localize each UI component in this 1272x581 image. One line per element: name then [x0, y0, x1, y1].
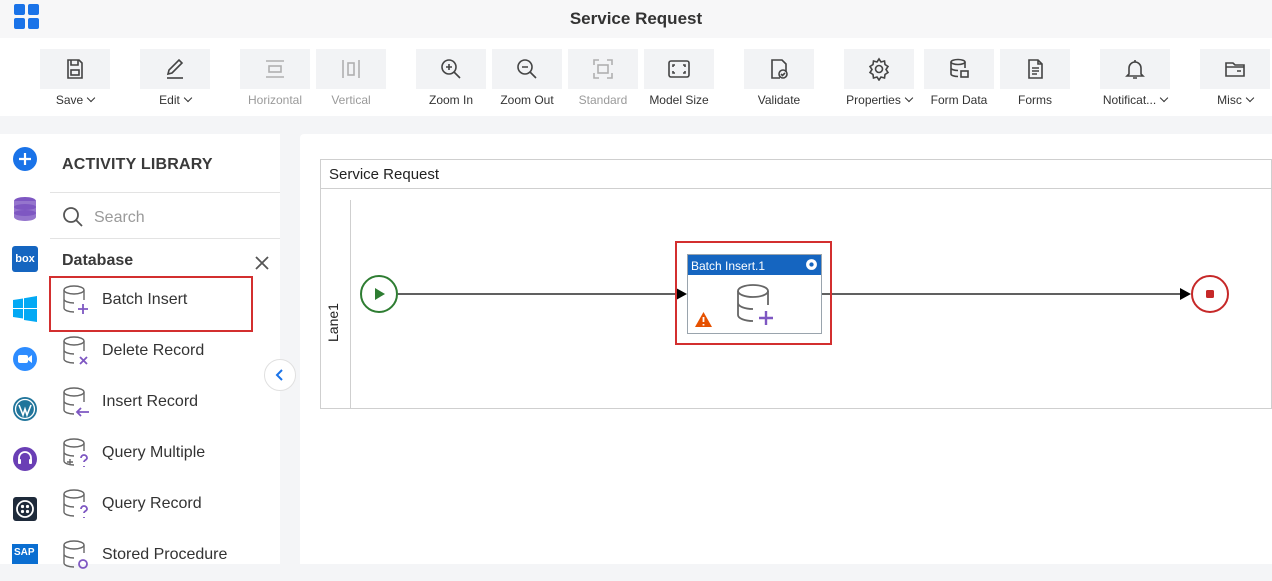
start-event[interactable]	[359, 274, 399, 314]
warning-icon[interactable]	[694, 311, 713, 328]
sequence-flow[interactable]	[822, 288, 1191, 300]
batch-insert-icon	[737, 284, 773, 325]
end-event[interactable]	[1190, 274, 1230, 314]
gear-icon[interactable]	[805, 258, 818, 271]
batch-insert-task[interactable]: Batch Insert.1	[687, 254, 822, 334]
task-header: Batch Insert.1	[688, 255, 821, 275]
task-label: Batch Insert.1	[691, 259, 766, 273]
sequence-flow[interactable]	[398, 288, 687, 300]
sequence-flows	[398, 288, 1191, 300]
